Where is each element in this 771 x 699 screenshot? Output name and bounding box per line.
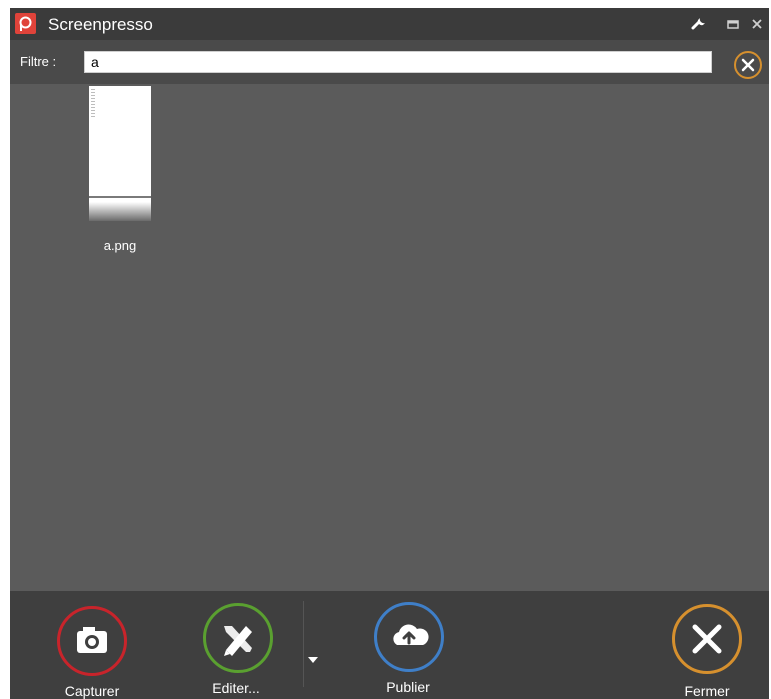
publish-label: Publier bbox=[386, 679, 430, 695]
dropdown-arrow-icon[interactable] bbox=[307, 651, 319, 663]
close-label: Fermer bbox=[684, 683, 730, 699]
filter-label: Filtre : bbox=[20, 54, 57, 69]
edit-label: Editer... bbox=[212, 680, 260, 696]
file-grid[interactable]: a.png bbox=[10, 84, 769, 591]
separator bbox=[303, 601, 304, 687]
edit-tools-icon bbox=[224, 626, 252, 656]
wrench-icon[interactable] bbox=[690, 15, 708, 33]
cloud-upload-icon bbox=[393, 624, 429, 645]
close-icon[interactable] bbox=[748, 15, 766, 33]
action-bar: Capturer Editer... Publier Fermer bbox=[10, 591, 769, 699]
title-bar[interactable]: Screenpresso bbox=[10, 8, 769, 40]
capture-button[interactable] bbox=[57, 606, 127, 676]
window-title: Screenpresso bbox=[48, 15, 153, 34]
filter-input[interactable] bbox=[84, 51, 712, 73]
file-name[interactable]: a.png bbox=[82, 238, 158, 253]
thumbnail-preview-lines bbox=[91, 89, 95, 117]
publish-button[interactable] bbox=[374, 602, 444, 672]
close-x-icon bbox=[692, 624, 722, 654]
camera-icon bbox=[77, 627, 107, 653]
screenpresso-logo-icon bbox=[15, 13, 36, 34]
edit-button[interactable] bbox=[203, 603, 273, 673]
filter-bar: Filtre : bbox=[10, 40, 769, 84]
file-thumbnail[interactable] bbox=[89, 86, 151, 221]
screenpresso-window: Screenpresso Filtre : a a.png Capturer E… bbox=[10, 8, 769, 699]
close-window-button[interactable] bbox=[672, 604, 742, 674]
maximize-icon[interactable] bbox=[724, 15, 742, 33]
capture-label: Capturer bbox=[64, 683, 120, 699]
thumbnail-divider bbox=[89, 196, 151, 198]
clear-circle-icon[interactable] bbox=[734, 51, 762, 79]
thumbnail-shade bbox=[89, 202, 151, 221]
